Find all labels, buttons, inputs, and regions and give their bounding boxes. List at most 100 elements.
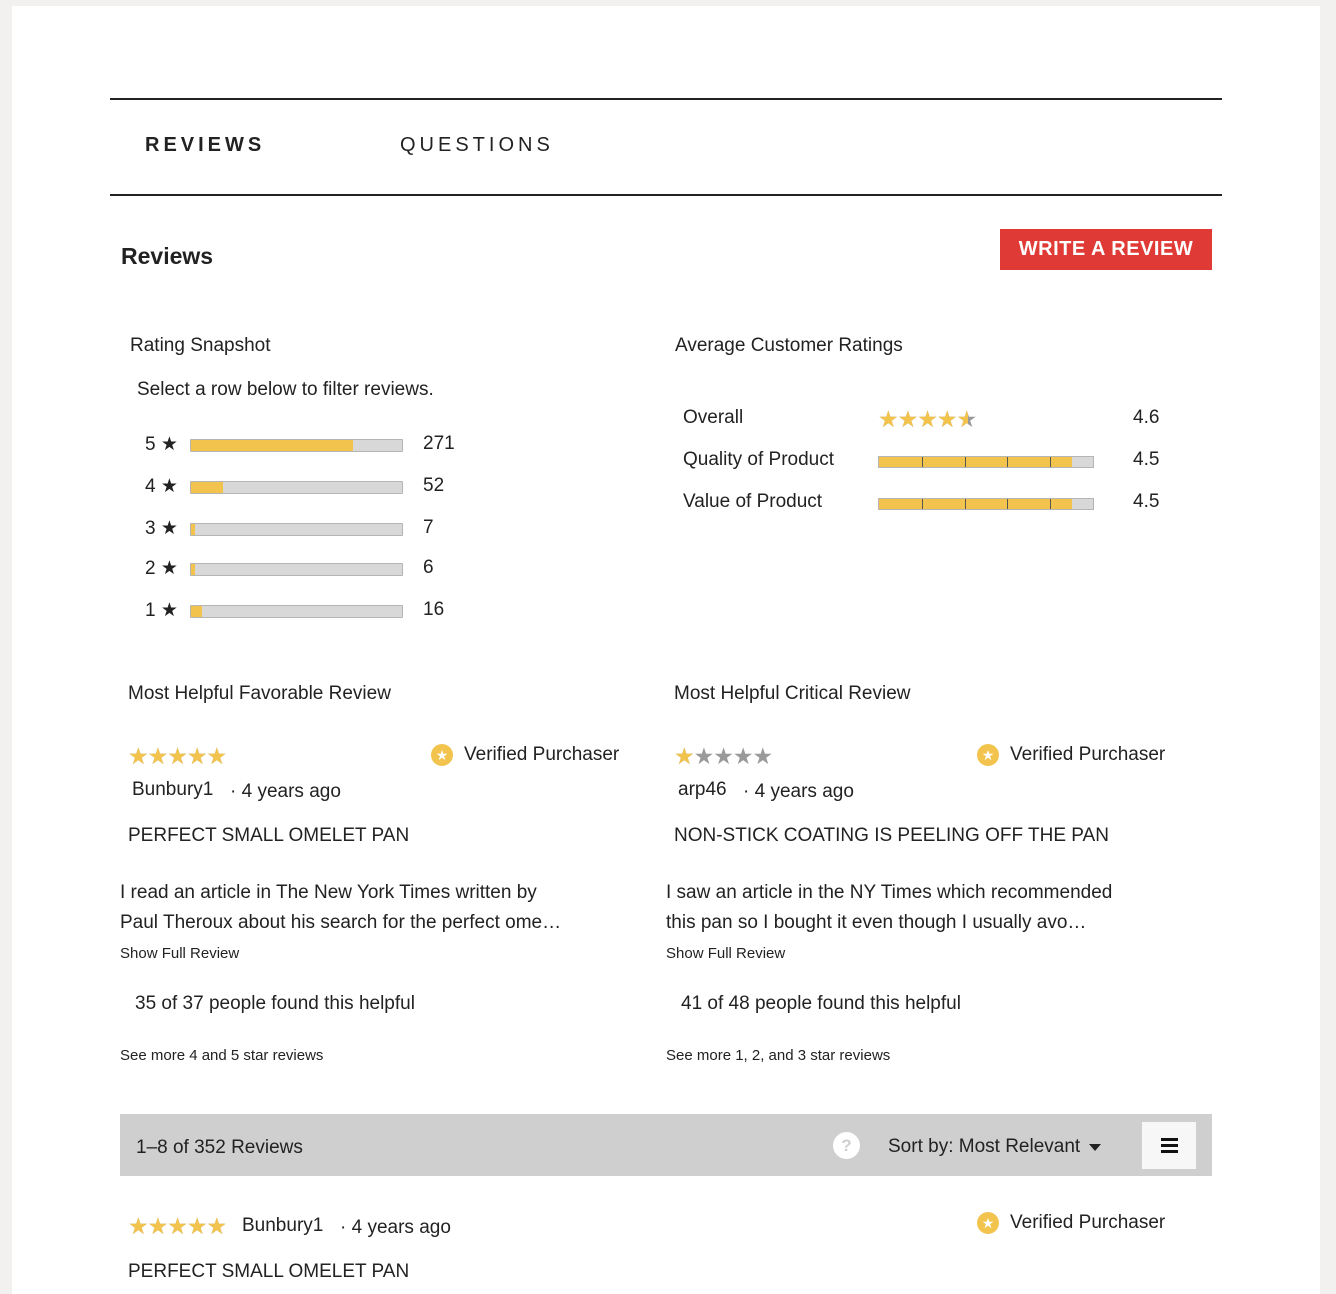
- overall-stars: ★ ★ ★ ★ ★ ★ ★ ★ ★ ★: [878, 406, 978, 432]
- critical-author[interactable]: arp46: [678, 779, 727, 801]
- star-icon: ★ ★: [167, 1213, 188, 1239]
- bar-tick: [964, 457, 966, 467]
- histogram-bar: [190, 563, 403, 576]
- star-icon: ★ ★: [147, 743, 169, 769]
- histogram-label: 2 ★: [145, 558, 178, 579]
- value-label: Value of Product: [683, 491, 823, 512]
- critical-review-heading: Most Helpful Critical Review: [674, 683, 911, 704]
- critical-see-more-link[interactable]: See more 1, 2, and 3 star reviews: [666, 1047, 890, 1064]
- filter-menu-button[interactable]: [1142, 1122, 1196, 1169]
- favorable-review-heading: Most Helpful Favorable Review: [128, 683, 391, 704]
- value-bar: [878, 498, 1094, 510]
- critical-review-stars: ★ ★ ★★★★: [674, 743, 773, 769]
- value-rating-row: Value of Product 4.5: [683, 489, 1173, 519]
- critical-show-full-review-link[interactable]: Show Full Review: [666, 945, 785, 962]
- first-review-stars: ★ ★ ★ ★ ★ ★ ★ ★ ★ ★: [128, 1213, 228, 1239]
- bar-tick: [1050, 499, 1052, 509]
- first-review-title: PERFECT SMALL OMELET PAN: [128, 1261, 410, 1282]
- favorable-verified-badge: ★ Verified Purchaser: [431, 744, 619, 766]
- critical-body-line: I saw an article in the NY Times which r…: [666, 882, 1113, 903]
- critical-verified-badge: ★ Verified Purchaser: [977, 744, 1165, 766]
- favorable-review-title: PERFECT SMALL OMELET PAN: [128, 825, 410, 846]
- star-icon: ★ ★: [206, 743, 228, 769]
- bar-tick: [1007, 457, 1009, 467]
- tab-questions[interactable]: QUESTIONS: [400, 134, 554, 157]
- tab-reviews[interactable]: REVIEWS: [145, 134, 265, 157]
- star-icon: ★ ★: [206, 1213, 228, 1239]
- favorable-author[interactable]: Bunbury1: [132, 779, 213, 801]
- first-review-verified-badge: ★ Verified Purchaser: [977, 1212, 1165, 1234]
- write-review-button[interactable]: WRITE A REVIEW: [1000, 229, 1212, 270]
- verified-star-icon: ★: [977, 1212, 999, 1234]
- histogram-bar-fill: [191, 440, 354, 451]
- star-icon: ★: [713, 743, 734, 769]
- favorable-helpful-count: 35 of 37 people found this helpful: [135, 993, 415, 1014]
- favorable-show-full-review-link[interactable]: Show Full Review: [120, 945, 239, 962]
- histogram-label: 3 ★: [145, 518, 178, 539]
- favorable-see-more-link[interactable]: See more 4 and 5 star reviews: [120, 1047, 323, 1064]
- verified-label: Verified Purchaser: [464, 744, 620, 765]
- histogram-count: 16: [423, 599, 445, 620]
- histogram-label: 1 ★: [145, 600, 178, 621]
- critical-review-body: I saw an article in the NY Times which r…: [666, 878, 1146, 938]
- critical-date: · 4 years ago: [743, 781, 854, 802]
- histogram-bar-fill: [191, 564, 196, 575]
- star-icon: ★ ★: [128, 1213, 149, 1239]
- quality-label: Quality of Product: [683, 449, 835, 470]
- first-review-date: · 4 years ago: [340, 1217, 451, 1238]
- value-value: 4.5: [1133, 491, 1160, 512]
- rating-snapshot-subtitle: Select a row below to filter reviews.: [137, 379, 434, 400]
- star-icon: ★ ★: [956, 406, 978, 432]
- tabs-bottom-divider: [110, 194, 1222, 196]
- star-icon: ★ ★: [674, 743, 695, 769]
- bar-tick: [1007, 499, 1009, 509]
- favorable-body-line: Paul Theroux about his search for the pe…: [120, 912, 562, 933]
- critical-review-title: NON-STICK COATING IS PEELING OFF THE PAN: [674, 825, 1109, 846]
- histogram-bar: [190, 439, 403, 452]
- sort-dropdown[interactable]: Sort by: Most Relevant: [888, 1136, 1102, 1158]
- histogram-label: 4 ★: [145, 476, 178, 497]
- star-icon: ★ ★: [128, 743, 149, 769]
- help-icon[interactable]: ?: [833, 1132, 860, 1159]
- histogram-bar: [190, 481, 403, 494]
- star-icon: ★ ★: [186, 1213, 208, 1239]
- histogram-bar-fill: [191, 524, 196, 535]
- histogram-count: 7: [423, 517, 434, 538]
- histogram-row-3[interactable]: 3 ★ 7: [145, 515, 465, 543]
- histogram-bar: [190, 523, 403, 536]
- star-icon: ★ ★: [917, 406, 938, 432]
- histogram-row-2[interactable]: 2 ★ 6: [145, 555, 465, 583]
- histogram-row-4[interactable]: 4 ★ 52: [145, 473, 465, 501]
- quality-value: 4.5: [1133, 449, 1160, 470]
- bar-tick: [921, 499, 923, 509]
- histogram-count: 6: [423, 557, 434, 578]
- review-count: 1–8 of 352 Reviews: [136, 1137, 303, 1158]
- bar-tick: [1050, 457, 1052, 467]
- favorable-body-line: I read an article in The New York Times …: [120, 882, 537, 903]
- reviews-heading: Reviews: [121, 243, 214, 269]
- reviews-toolbar: 1–8 of 352 Reviews ? Sort by: Most Relev…: [120, 1114, 1212, 1176]
- value-bar-fill: [879, 499, 1072, 509]
- caret-down-icon: [1089, 1143, 1102, 1151]
- quality-bar: [878, 456, 1094, 468]
- bar-tick: [921, 457, 923, 467]
- critical-helpful-count: 41 of 48 people found this helpful: [681, 993, 961, 1014]
- verified-star-icon: ★: [431, 744, 453, 766]
- rating-snapshot-title: Rating Snapshot: [130, 335, 271, 356]
- average-ratings-title: Average Customer Ratings: [675, 335, 903, 356]
- bar-tick: [964, 499, 966, 509]
- quality-rating-row: Quality of Product 4.5: [683, 447, 1173, 477]
- verified-label: Verified Purchaser: [1010, 744, 1166, 765]
- star-icon: ★ ★: [878, 406, 899, 432]
- verified-label: Verified Purchaser: [1010, 1212, 1166, 1233]
- star-icon: ★ ★: [147, 1213, 169, 1239]
- histogram-label: 5 ★: [145, 434, 178, 455]
- star-icon: ★: [693, 743, 715, 769]
- first-review-author[interactable]: Bunbury1: [242, 1215, 323, 1237]
- histogram-count: 52: [423, 475, 445, 496]
- histogram-row-1[interactable]: 1 ★ 16: [145, 597, 465, 625]
- histogram-row-5[interactable]: 5 ★ 271: [145, 431, 465, 459]
- sort-label: Sort by: Most Relevant: [888, 1136, 1081, 1157]
- favorable-date: · 4 years ago: [230, 781, 341, 802]
- star-icon: ★ ★: [167, 743, 188, 769]
